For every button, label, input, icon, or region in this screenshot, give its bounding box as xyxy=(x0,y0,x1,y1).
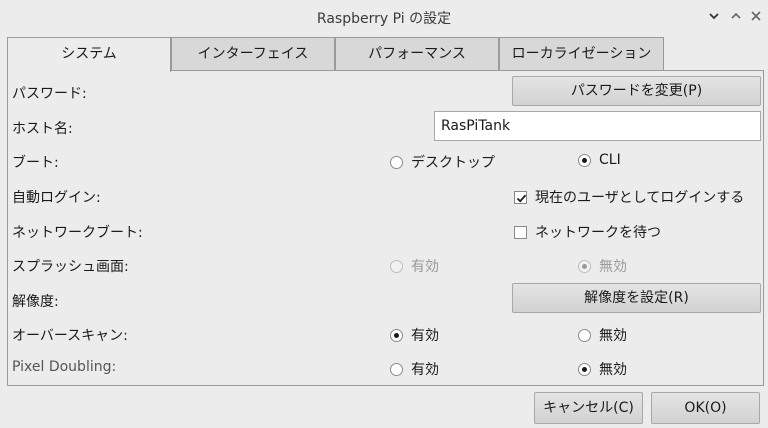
pixel-doubling-disable-label: 無効 xyxy=(599,362,627,378)
network-wait-checkbox-label: ネットワークを待つ xyxy=(535,225,661,241)
checkbox-unchecked-icon xyxy=(514,225,527,239)
overscan-enable-radio[interactable]: 有効 xyxy=(390,325,439,345)
ok-button[interactable]: OK(O) xyxy=(651,392,760,424)
boot-cli-radio[interactable]: CLI xyxy=(578,152,621,168)
system-panel: パスワード: パスワードを変更(P) ホスト名: ブート: デスクトップ CLI… xyxy=(7,70,764,386)
autologin-checkbox-label: 現在のユーザとしてログインする xyxy=(535,190,745,206)
password-label: パスワード: xyxy=(12,86,87,102)
autologin-checkbox[interactable]: 現在のユーザとしてログインする xyxy=(514,187,744,207)
radio-unchecked-icon xyxy=(390,155,403,169)
window-title: Raspberry Pi の設定 xyxy=(316,11,452,27)
pixel-doubling-disable-radio[interactable]: 無効 xyxy=(578,359,627,379)
set-resolution-button[interactable]: 解像度を設定(R) xyxy=(512,283,761,313)
radio-checked-icon xyxy=(578,259,591,273)
splash-disable-radio[interactable]: 無効 xyxy=(578,256,627,276)
tab-performance[interactable]: パフォーマンス xyxy=(335,37,499,71)
tab-system[interactable]: システム xyxy=(7,37,171,72)
hostname-label: ホスト名: xyxy=(12,121,73,137)
settings-window: Raspberry Pi の設定 システム インターフェイス パフォーマンス ロ… xyxy=(0,0,768,428)
boot-cli-label: CLI xyxy=(599,152,621,168)
checkbox-checked-icon xyxy=(514,190,527,204)
overscan-disable-radio[interactable]: 無効 xyxy=(578,325,627,345)
overscan-enable-label: 有効 xyxy=(411,328,439,344)
title-bar: Raspberry Pi の設定 xyxy=(0,0,768,32)
hostname-input[interactable] xyxy=(434,111,761,141)
radio-unchecked-icon xyxy=(578,328,591,342)
pixel-doubling-enable-label: 有効 xyxy=(411,362,439,378)
radio-checked-icon xyxy=(390,328,403,342)
overscan-label: オーバースキャン: xyxy=(12,328,128,344)
radio-unchecked-icon xyxy=(390,259,403,273)
cancel-button[interactable]: キャンセル(C) xyxy=(534,392,643,424)
close-icon[interactable] xyxy=(746,6,766,26)
chevron-down-icon[interactable] xyxy=(704,6,724,26)
change-password-button[interactable]: パスワードを変更(P) xyxy=(512,76,761,106)
boot-label: ブート: xyxy=(12,155,59,171)
network-boot-label: ネットワークブート: xyxy=(12,225,143,241)
radio-checked-icon xyxy=(578,153,591,167)
resolution-label: 解像度: xyxy=(12,294,59,310)
splash-enable-radio[interactable]: 有効 xyxy=(390,256,439,276)
pixel-doubling-enable-radio[interactable]: 有効 xyxy=(390,359,439,379)
splash-enable-label: 有効 xyxy=(411,259,439,275)
chevron-up-icon[interactable] xyxy=(726,6,746,26)
pixel-doubling-label: Pixel Doubling: xyxy=(12,359,117,375)
splash-label: スプラッシュ画面: xyxy=(12,259,129,275)
autologin-label: 自動ログイン: xyxy=(12,190,101,206)
radio-checked-icon xyxy=(578,362,591,376)
network-wait-checkbox[interactable]: ネットワークを待つ xyxy=(514,222,661,242)
overscan-disable-label: 無効 xyxy=(599,328,627,344)
tab-localisation[interactable]: ローカライゼーション xyxy=(499,37,664,71)
boot-desktop-radio[interactable]: デスクトップ xyxy=(390,152,495,172)
boot-desktop-label: デスクトップ xyxy=(411,155,495,171)
splash-disable-label: 無効 xyxy=(599,259,627,275)
tab-interfaces[interactable]: インターフェイス xyxy=(171,37,335,71)
radio-unchecked-icon xyxy=(390,362,403,376)
